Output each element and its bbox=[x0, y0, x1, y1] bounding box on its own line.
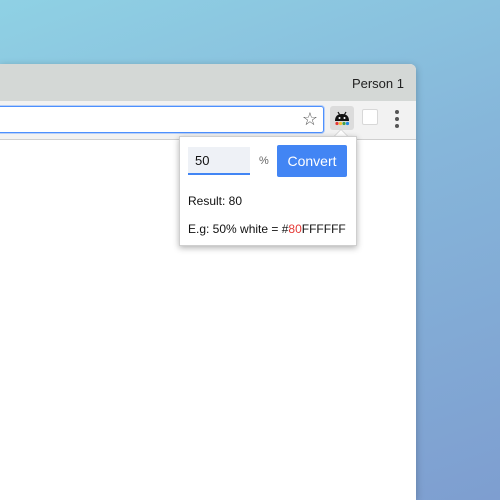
profile-name[interactable]: Person 1 bbox=[352, 76, 404, 91]
extension-placeholder-icon[interactable] bbox=[362, 109, 378, 125]
example-suffix: FFFFFF bbox=[301, 222, 346, 236]
menu-dot bbox=[395, 110, 399, 114]
menu-dot bbox=[395, 117, 399, 121]
three-dot-menu-icon[interactable] bbox=[394, 110, 400, 128]
example-prefix: E.g: 50% white = # bbox=[188, 222, 289, 236]
convert-button[interactable]: Convert bbox=[277, 145, 347, 177]
percent-input[interactable] bbox=[188, 147, 250, 175]
android-robot-icon bbox=[335, 111, 350, 126]
percent-sign: % bbox=[259, 155, 269, 167]
browser-window: Person 1 ☆ bbox=[0, 64, 416, 500]
menu-dot bbox=[395, 124, 399, 128]
result-text: Result: 80 bbox=[188, 194, 243, 208]
example-highlight: 80 bbox=[288, 222, 302, 236]
extension-popup: % Convert Result: 80 E.g: 50% white = #8… bbox=[179, 136, 357, 246]
bookmark-star-icon[interactable]: ☆ bbox=[302, 108, 318, 130]
example-text: E.g: 50% white = #80FFFFFF bbox=[188, 222, 346, 236]
extension-button[interactable] bbox=[330, 106, 354, 130]
title-bar: Person 1 bbox=[0, 64, 416, 101]
browser-toolbar: ☆ bbox=[0, 101, 416, 140]
address-bar[interactable]: ☆ bbox=[0, 106, 324, 133]
